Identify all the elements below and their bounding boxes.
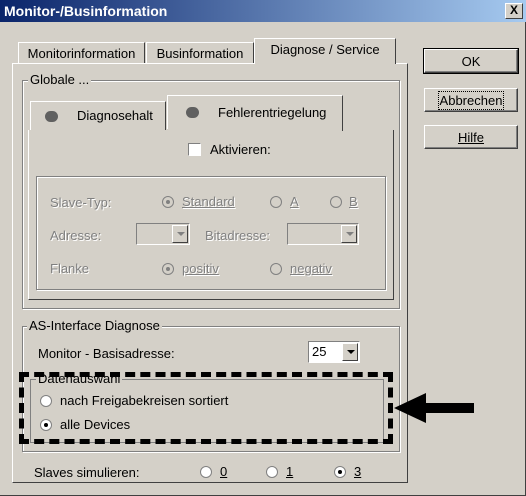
close-button[interactable]: X [505,3,523,19]
chevron-down-icon [172,225,188,243]
as-interface-legend: AS-Interface Diagnose [27,318,162,333]
window-title: Monitor-/Businformation [4,3,168,19]
title-bar[interactable]: Monitor-/Businformation X [0,0,526,22]
slaves-simulieren-label: Slaves simulieren: [34,465,140,480]
flanke-negativ-label: negativ [290,261,332,276]
flanke-positiv-radio[interactable] [162,263,174,275]
basisadresse-label: Monitor - Basisadresse: [38,346,175,361]
flanke-negativ-radio[interactable] [270,263,282,275]
tab-diagnose-service-label: Diagnose / Service [270,42,380,57]
slave-typ-b-label: B [349,194,358,209]
adresse-label: Adresse: [50,228,102,243]
close-icon: X [509,3,518,17]
tab-businformation-label: Businformation [156,46,244,61]
hilfe-button-label: Hilfe [457,130,484,145]
dialog-window: Monitor-/Businformation X Monitorinforma… [0,0,526,496]
subtab-diagnosehalt[interactable]: Diagnosehalt [30,101,166,131]
chevron-down-icon [341,225,357,243]
subtab-fehlerentriegelung-label: Fehlerentriegelung [218,105,327,120]
slave-typ-a-radio[interactable] [270,196,282,208]
highlight-dashed-box [19,372,393,444]
bitadresse-label: Bitadresse: [205,228,271,243]
bitadresse-select[interactable] [287,223,359,245]
arrow-left-icon [394,393,474,423]
tab-monitorinformation-label: Monitorinformation [27,46,136,61]
flanke-positiv-label: positiv [182,261,219,276]
slave-typ-a-label: A [290,194,299,209]
flanke-label: Flanke [50,261,90,276]
subtab-join [167,129,342,131]
aktivieren-checkbox[interactable] [188,143,201,156]
basisadresse-select[interactable]: 25 [308,341,360,363]
slaves-0-label: 0 [220,464,228,479]
slaves-3-radio[interactable] [334,466,346,478]
abbrechen-button-label: Abbrechen [437,91,505,110]
subtab-diagnosehalt-label: Diagnosehalt [77,108,153,123]
subtab-diagnosehalt-icon [45,111,58,122]
ok-button[interactable]: OK [423,48,519,74]
tab-businformation[interactable]: Businformation [146,42,254,64]
slave-typ-label: Slave-Typ: [50,195,112,210]
slaves-1-label: 1 [286,464,294,479]
chevron-down-icon [342,343,358,361]
slave-typ-b-radio[interactable] [330,196,342,208]
basisadresse-value: 25 [312,344,327,359]
adresse-select[interactable] [136,223,190,245]
hilfe-button[interactable]: Hilfe [424,125,518,149]
slaves-3-label: 3 [354,464,362,479]
slave-typ-standard-radio[interactable] [162,196,174,208]
abbrechen-button[interactable]: Abbrechen [424,88,518,112]
globale-legend: Globale ... [28,72,92,87]
subtab-fehlerentriegelung-icon [186,107,199,118]
tab-monitorinformation[interactable]: Monitorinformation [18,42,145,64]
slave-typ-standard-label: Standard [182,194,235,209]
slaves-1-radio[interactable] [266,466,278,478]
slaves-0-radio[interactable] [200,466,212,478]
tab-diagnose-service[interactable]: Diagnose / Service [254,38,396,64]
aktivieren-label: Aktivieren: [210,142,271,157]
subtab-fehlerentriegelung[interactable]: Fehlerentriegelung [167,95,343,131]
ok-button-label: OK [461,54,481,69]
